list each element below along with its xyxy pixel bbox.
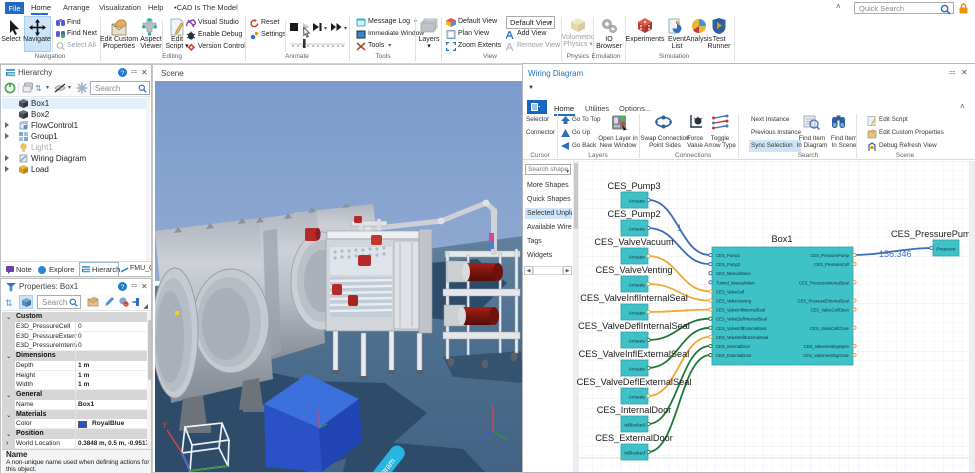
svg-text:CES_ValveVenting: CES_ValveVenting (716, 299, 752, 304)
svg-text:CES_ValveVenting: CES_ValveVenting (596, 265, 673, 275)
svg-text:CES_ValveInflExternalSeal: CES_ValveInflExternalSeal (716, 326, 767, 331)
svg-text:CES_PressureInternalSeal: CES_PressureInternalSeal (799, 280, 849, 285)
svg-text:CES_ValveCellOpen: CES_ValveCellOpen (810, 308, 849, 313)
svg-text:Actuate: Actuate (629, 395, 646, 401)
svg-text:CES_PressurePump: CES_PressurePump (810, 253, 849, 258)
svg-text:Box1: Box1 (772, 234, 793, 244)
svg-text:IsBlocked: IsBlocked (624, 423, 645, 429)
svg-text:Y: Y (162, 421, 168, 430)
svg-text:CES_ValveInflInternalSeal: CES_ValveInflInternalSeal (716, 308, 765, 313)
svg-text:CES_Pump3: CES_Pump3 (607, 181, 660, 191)
svg-text:Pressure: Pressure (936, 247, 956, 253)
svg-text:−: − (125, 302, 128, 307)
svg-text:Actuate: Actuate (629, 199, 646, 205)
svg-text:CES_ValveVacuum: CES_ValveVacuum (594, 237, 674, 247)
svg-text:?: ? (121, 70, 125, 77)
svg-text:Actuate: Actuate (629, 339, 646, 345)
svg-text:CES_Pump1: CES_Pump1 (716, 253, 741, 258)
svg-text:CES_Pump2: CES_Pump2 (607, 209, 660, 219)
svg-text:⇅: ⇅ (35, 84, 42, 93)
svg-text:CES_ValveCellClose: CES_ValveCellClose (810, 326, 850, 331)
svg-text:CES_ExternalDoor: CES_ExternalDoor (716, 353, 752, 358)
svg-text:CES_ValveCell: CES_ValveCell (716, 289, 744, 294)
svg-text:156.346: 156.346 (879, 249, 912, 259)
svg-text:CES_ValveDeflInternalSeal: CES_ValveDeflInternalSeal (578, 321, 690, 331)
svg-text:CES_ValveDeflInternalSeal: CES_ValveDeflInternalSeal (716, 317, 767, 322)
svg-text:CES_ManualValve: CES_ManualValve (716, 271, 752, 276)
svg-text:Actuate: Actuate (629, 283, 646, 289)
svg-text:CES_InternalDoor: CES_InternalDoor (597, 405, 672, 415)
svg-text:CES_ValveInflExternalSeal: CES_ValveInflExternalSeal (579, 349, 690, 359)
svg-text:CES_Pump2: CES_Pump2 (716, 262, 741, 267)
svg-text:CES_PressurePump: CES_PressurePump (891, 229, 975, 239)
svg-text:CES_ExternalDoor: CES_ExternalDoor (595, 433, 673, 443)
svg-text:CES_PressureExternalSeal: CES_PressureExternalSeal (798, 299, 850, 304)
svg-text:⇅: ⇅ (5, 298, 13, 308)
svg-text:CES_ValveVentingClose: CES_ValveVentingClose (803, 353, 849, 358)
svg-text:CES_PressureCell: CES_PressureCell (814, 262, 849, 267)
svg-text:IsBlocked: IsBlocked (624, 451, 645, 457)
svg-text:?: ? (121, 284, 125, 291)
svg-text:Actuate: Actuate (629, 311, 646, 317)
svg-text:CES_ValveVentingOpen: CES_ValveVentingOpen (804, 344, 850, 349)
svg-text:Actuate: Actuate (629, 227, 646, 233)
svg-text:Actuate: Actuate (629, 255, 646, 261)
svg-text:CES_ValveInflInternalSeal: CES_ValveInflInternalSeal (580, 293, 688, 303)
svg-text:CES_InternalDoor: CES_InternalDoor (716, 344, 751, 349)
svg-text:1: 1 (677, 223, 682, 233)
svg-text:Tunnel_ManualValve: Tunnel_ManualValve (716, 280, 756, 285)
svg-text:Actuate: Actuate (629, 367, 646, 373)
svg-text:CES_ValveDeflExternalSeal: CES_ValveDeflExternalSeal (716, 335, 768, 340)
svg-text:CES_ValveDeflExternalSeal: CES_ValveDeflExternalSeal (577, 377, 692, 387)
